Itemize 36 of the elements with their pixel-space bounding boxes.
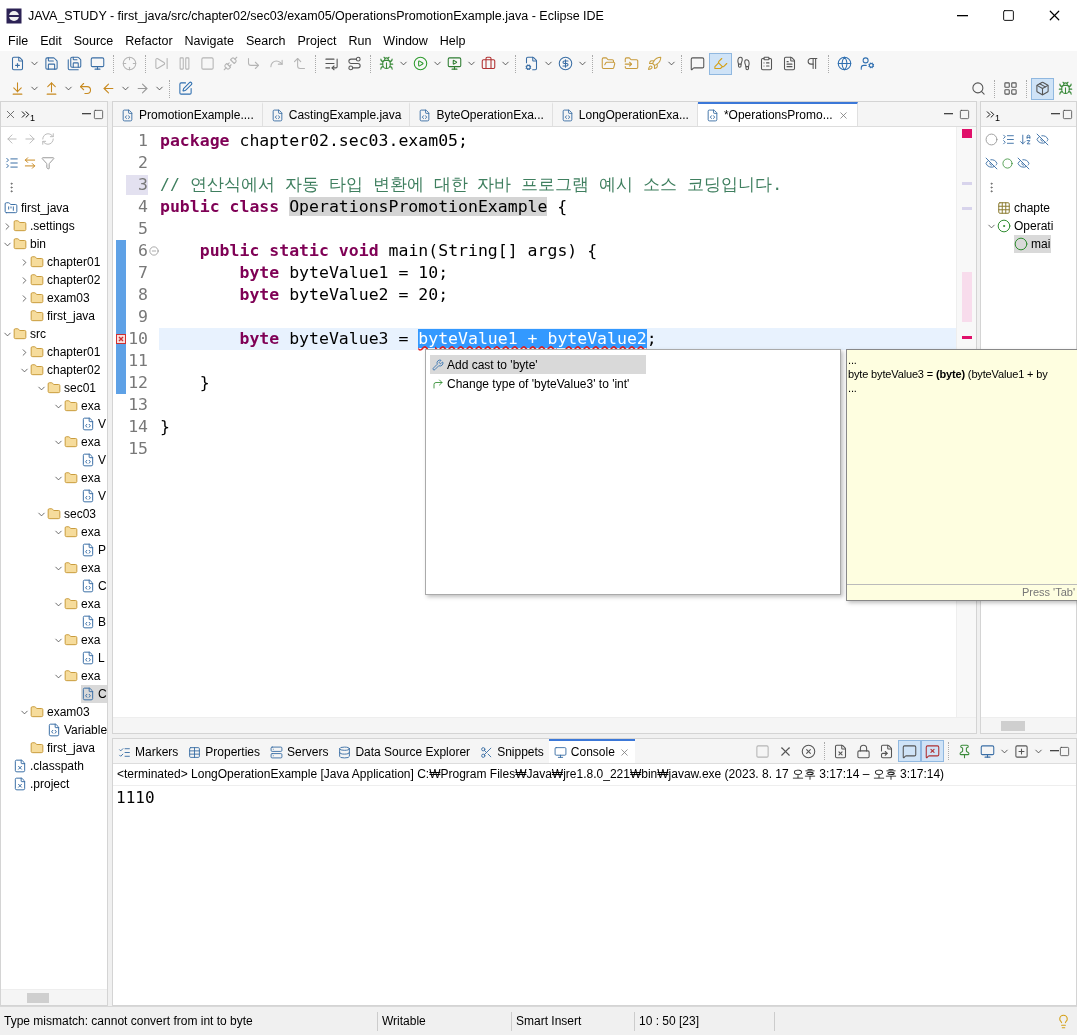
- code-line: public static void main(String[] args) {: [198, 240, 598, 262]
- line-number: 12: [127, 373, 148, 393]
- line-number: 6: [137, 241, 148, 261]
- console-header: <terminated> LongOperationExample [Java Application] C:₩Program Files₩Java₩jre1.8.0_221₩bin₩javaw.exe (2023. 8. 17 오후 3:17:14 – 오후 3:17:14): [113, 764, 1076, 786]
- line-number: 3: [126, 175, 148, 195]
- overflow-count: 1: [995, 113, 1000, 123]
- code-comment: // 연산식에서 자동 타입 변환에 대한 자바 프로그램 예시 소스 코딩입니다.: [159, 174, 783, 196]
- status-text: Type mismatch: cannot convert from int to byte: [0, 1011, 378, 1031]
- window-title: JAVA_STUDY - first_java/src/chapter02/sec03/exam05/OperationsPromotionExample.java - Eclipse IDE: [28, 8, 605, 23]
- line-number: 7: [137, 263, 148, 283]
- line-number: 1: [137, 131, 148, 151]
- line-number: 5: [137, 219, 148, 239]
- status-text: Writable: [378, 1011, 512, 1031]
- preview-line: ...: [848, 353, 858, 367]
- line-number: 10: [127, 329, 148, 349]
- line-number: 2: [137, 153, 148, 173]
- overflow-count: 1: [30, 113, 35, 123]
- console-output: 1110: [116, 788, 155, 807]
- code-line: byte byteValue2 = 20;: [238, 284, 449, 306]
- code-line: byte byteValue1 = 10;: [238, 262, 449, 284]
- line-number: 13: [127, 395, 148, 415]
- code-line: public class OperationsPromotionExample {: [159, 196, 568, 218]
- status-text: 10 : 50 [23]: [635, 1011, 775, 1031]
- code-line: }: [159, 416, 170, 438]
- line-number: 4: [137, 197, 148, 217]
- preview-hint: Press 'Tab': [847, 584, 1077, 600]
- status-text: Smart Insert: [512, 1011, 635, 1031]
- line-number: 8: [137, 285, 148, 305]
- code-line: package chapter02.sec03.exam05;: [159, 130, 468, 152]
- line-number: 14: [127, 417, 148, 437]
- line-number: 9: [137, 307, 148, 327]
- preview-line: byte byteValue3 = (byte) (byteValue1 + by: [848, 367, 1049, 381]
- preview-line: ...: [848, 381, 858, 395]
- line-number: 15: [127, 439, 148, 459]
- line-number: 11: [127, 351, 148, 371]
- code-line: }: [198, 372, 210, 394]
